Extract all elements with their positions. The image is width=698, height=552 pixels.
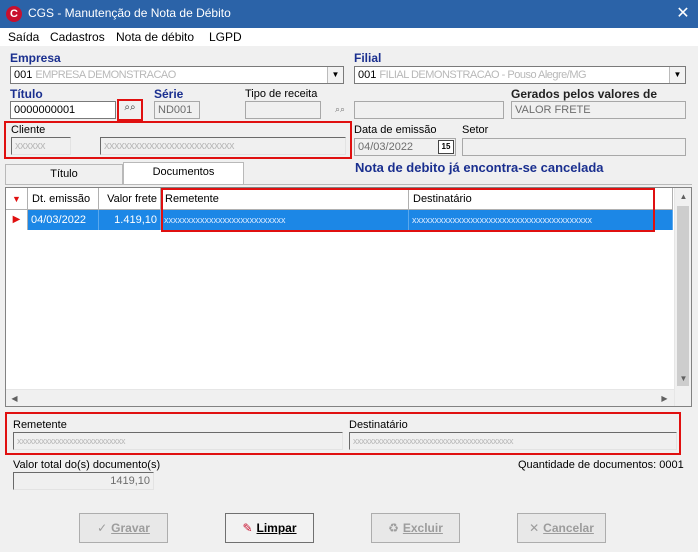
tab-divider [5,184,692,185]
binoculars-icon[interactable]: ⌕⌕ [121,102,139,118]
col-valor-frete[interactable]: Valor frete [99,188,161,210]
menu-cadastros[interactable]: Cadastros [50,30,105,44]
cliente-name: xxxxxxxxxxxxxxxxxxxxxxxxxx [100,137,346,155]
vertical-scrollbar[interactable]: ▲ ▼ [674,188,691,406]
cancelar-button[interactable]: ✕ Cancelar [517,513,606,543]
cell-dt-emissao: 04/03/2022 [28,210,99,230]
gravar-button[interactable]: ✓ Gravar [79,513,168,543]
chevron-down-icon[interactable]: ▼ [327,67,343,83]
scroll-up-icon[interactable]: ▲ [675,192,692,201]
col-dt-emissao[interactable]: Dt. emissão [28,188,99,210]
scroll-thumb[interactable] [677,206,689,386]
titulo-label: Título [10,87,43,101]
data-emissao-input: 04/03/2022 15 [354,138,456,156]
empresa-combo[interactable]: 001 EMPRESA DEMONSTRACAO ▼ [10,66,344,84]
eraser-icon: ✎ [242,521,253,535]
grid-columns-highlight [161,188,655,232]
window-title: CGS - Manutenção de Nota de Débito [28,6,231,20]
filial-name-redacted: FILIAL DEMONSTRACAO - Pouso Alegre/MG [379,69,587,81]
menu-lgpd[interactable]: LGPD [209,30,242,44]
gerados-input: VALOR FRETE [511,101,686,119]
calendar-icon[interactable]: 15 [438,140,454,154]
tipo-receita-label: Tipo de receita [245,88,318,100]
quantidade-documentos: Quantidade de documentos: 0001 [518,459,684,471]
detail-remetente-input: xxxxxxxxxxxxxxxxxxxxxxxxxxx [13,432,343,450]
filial-code: 001 [358,69,377,81]
title-bar: C CGS - Manutenção de Nota de Débito ✕ [0,0,698,28]
scroll-down-icon[interactable]: ▼ [675,374,692,383]
tipo-receita-desc [354,101,504,119]
setor-label: Setor [462,124,489,136]
detail-destinatario-input: xxxxxxxxxxxxxxxxxxxxxxxxxxxxxxxxxxxxxxxx [349,432,677,450]
cliente-code: xxxxxx [11,137,71,155]
horizontal-scrollbar[interactable]: ◀ ▶ [6,389,674,406]
filial-label: Filial [354,51,382,65]
cliente-label: Cliente [11,124,46,136]
cancel-icon: ✕ [529,521,540,535]
menu-nota-de-debito[interactable]: Nota de débito [116,30,194,44]
documents-grid[interactable]: ▼ Dt. emissão Valor frete Remetente Dest… [5,187,692,407]
cell-valor-frete: 1.419,10 [99,210,161,230]
serie-label: Série [154,87,184,101]
valor-total-input: 1419,10 [13,472,154,490]
limpar-button[interactable]: ✎ Limpar [225,513,314,543]
grid-indicator-header: ▼ [6,188,28,210]
serie-input: ND001 [154,101,200,119]
check-icon: ✓ [97,521,108,535]
tipo-receita-input [245,101,321,119]
close-icon[interactable]: ✕ [672,3,694,25]
empresa-code: 001 [14,69,33,81]
gerados-label: Gerados pelos valores de [511,87,658,101]
setor-input [462,138,686,156]
row-pointer-icon: ▶ [6,210,28,230]
trash-icon: ♻ [388,521,399,535]
filial-combo[interactable]: 001 FILIAL DEMONSTRACAO - Pouso Alegre/M… [354,66,686,84]
menu-bar: Saída Cadastros Nota de débito LGPD [0,28,698,46]
excluir-button[interactable]: ♻ Excluir [371,513,460,543]
scroll-left-icon[interactable]: ◀ [6,394,23,403]
titulo-input[interactable]: 0000000001 [10,101,116,119]
binoculars-icon[interactable]: ⌕⌕ [332,104,348,118]
status-message: Nota de debito já encontra-se cancelada [355,160,604,175]
menu-saida[interactable]: Saída [8,30,39,44]
empresa-name-redacted: EMPRESA DEMONSTRACAO [35,69,176,81]
valor-total-label: Valor total do(s) documento(s) [13,459,161,471]
detail-destinatario-label: Destinatário [349,419,408,431]
empresa-label: Empresa [10,51,61,65]
detail-remetente-label: Remetente [13,419,67,431]
app-logo-icon: C [6,6,22,22]
tab-titulo[interactable]: Título [5,164,123,184]
scroll-right-icon[interactable]: ▶ [656,394,673,403]
data-emissao-label: Data de emissão [354,124,437,136]
tab-documentos[interactable]: Documentos [123,162,244,184]
chevron-down-icon[interactable]: ▼ [669,67,685,83]
